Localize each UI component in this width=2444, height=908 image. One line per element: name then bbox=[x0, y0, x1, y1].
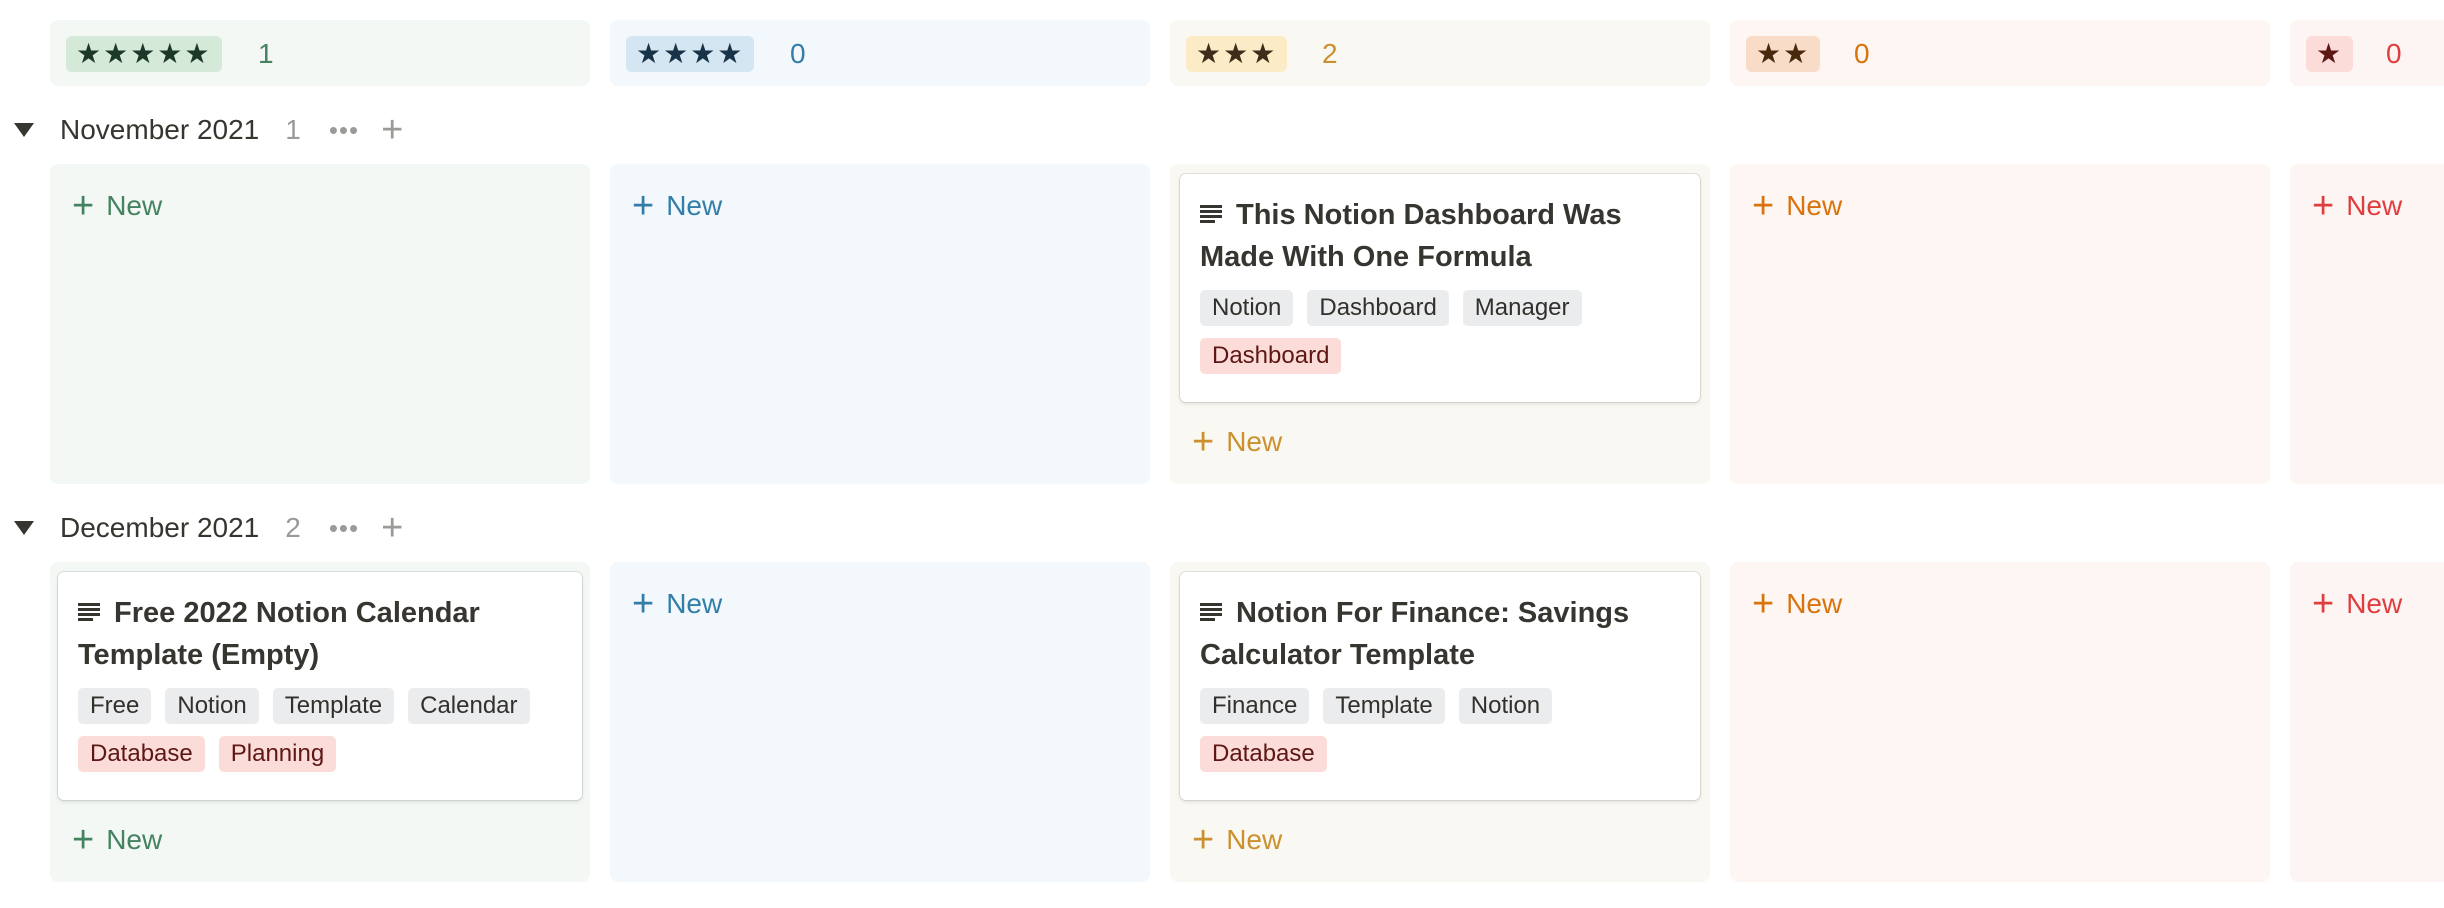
tag-list: Notion Dashboard Manager Dashboard bbox=[1200, 290, 1680, 374]
stars-5-pill: ★★★★★ bbox=[66, 36, 222, 72]
card[interactable]: Notion For Finance: Savings Calculator T… bbox=[1180, 572, 1700, 800]
card-title: Notion For Finance: Savings Calculator T… bbox=[1200, 597, 1630, 671]
new-button[interactable]: + New bbox=[632, 583, 722, 625]
tag: Database bbox=[1200, 736, 1327, 772]
tag: Planning bbox=[218, 736, 337, 772]
column-count: 1 bbox=[258, 38, 274, 69]
tag: Template bbox=[272, 688, 395, 724]
card[interactable]: This Notion Dashboard Was Made With One … bbox=[1180, 174, 1700, 402]
card-title: This Notion Dashboard Was Made With One … bbox=[1200, 199, 1622, 273]
tag: Manager bbox=[1462, 290, 1582, 326]
new-button[interactable]: + New bbox=[1192, 421, 1282, 463]
lane-4-stars: + New bbox=[610, 164, 1150, 484]
new-button[interactable]: + New bbox=[1752, 583, 1842, 625]
plus-icon: + bbox=[1752, 185, 1775, 227]
tag: Calendar bbox=[408, 688, 530, 724]
more-dots-icon[interactable]: ••• bbox=[329, 115, 359, 146]
plus-icon: + bbox=[632, 583, 655, 625]
plus-icon[interactable]: + bbox=[381, 508, 403, 548]
lane-1-star: + New bbox=[2290, 562, 2444, 882]
column-header-4-stars[interactable]: ★★★★ 0 bbox=[610, 20, 1150, 86]
column-header-3-stars[interactable]: ★★★ 2 bbox=[1170, 20, 1710, 86]
tag: Template bbox=[1323, 688, 1445, 724]
tag: Dashboard bbox=[1200, 338, 1342, 374]
column-count: 0 bbox=[2386, 38, 2402, 69]
tag: Notion bbox=[1200, 290, 1294, 326]
group-count: 1 bbox=[285, 114, 301, 145]
lane-2-stars: + New bbox=[1730, 164, 2270, 484]
tag: Dashboard bbox=[1307, 290, 1449, 326]
plus-icon: + bbox=[72, 185, 95, 227]
column-header-1-star[interactable]: ★ 0 bbox=[2290, 20, 2444, 86]
new-button[interactable]: + New bbox=[2312, 185, 2402, 227]
plus-icon: + bbox=[72, 819, 95, 861]
group-title: November 2021 bbox=[60, 114, 260, 145]
lane-2-stars: + New bbox=[1730, 562, 2270, 882]
new-button[interactable]: + New bbox=[72, 819, 162, 861]
group-title: December 2021 bbox=[60, 512, 260, 543]
group-header-december-2021: December 2021 2 ••• + bbox=[14, 508, 403, 548]
stars-1-pill: ★ bbox=[2306, 36, 2354, 72]
plus-icon: + bbox=[1752, 583, 1775, 625]
plus-icon: + bbox=[2312, 583, 2335, 625]
new-button[interactable]: + New bbox=[1192, 819, 1282, 861]
page-lines-icon bbox=[1200, 205, 1222, 223]
plus-icon[interactable]: + bbox=[381, 110, 403, 150]
tag: Free bbox=[78, 688, 152, 724]
lane-5-stars: Free 2022 Notion Calendar Template (Empt… bbox=[50, 562, 590, 882]
column-count: 0 bbox=[1854, 38, 1870, 69]
group-count: 2 bbox=[285, 512, 301, 543]
plus-icon: + bbox=[632, 185, 655, 227]
page-lines-icon bbox=[1200, 603, 1222, 621]
stars-3-pill: ★★★ bbox=[1186, 36, 1288, 72]
tag-list: Free Notion Template Calendar Database P… bbox=[78, 688, 562, 772]
plus-icon: + bbox=[2312, 185, 2335, 227]
lane-1-star: + New bbox=[2290, 164, 2444, 484]
tag: Notion bbox=[165, 688, 259, 724]
tag-list: Finance Template Notion Database bbox=[1200, 688, 1680, 772]
tag: Finance bbox=[1200, 688, 1310, 724]
new-button[interactable]: + New bbox=[72, 185, 162, 227]
plus-icon: + bbox=[1192, 421, 1215, 463]
lane-5-stars: + New bbox=[50, 164, 590, 484]
new-button[interactable]: + New bbox=[1752, 185, 1842, 227]
column-header-5-stars[interactable]: ★★★★★ 1 bbox=[50, 20, 590, 86]
tag: Database bbox=[78, 736, 205, 772]
page-lines-icon bbox=[78, 603, 100, 621]
column-count: 0 bbox=[790, 38, 806, 69]
more-dots-icon[interactable]: ••• bbox=[329, 513, 359, 544]
stars-2-pill: ★★ bbox=[1746, 36, 1821, 72]
stars-4-pill: ★★★★ bbox=[626, 36, 755, 72]
lane-3-stars: This Notion Dashboard Was Made With One … bbox=[1170, 164, 1710, 484]
tag: Notion bbox=[1458, 688, 1553, 724]
column-count: 2 bbox=[1322, 38, 1338, 69]
lane-3-stars: Notion For Finance: Savings Calculator T… bbox=[1170, 562, 1710, 882]
triangle-down-icon[interactable] bbox=[14, 521, 34, 535]
plus-icon: + bbox=[1192, 819, 1215, 861]
card[interactable]: Free 2022 Notion Calendar Template (Empt… bbox=[58, 572, 582, 800]
new-button[interactable]: + New bbox=[632, 185, 722, 227]
triangle-down-icon[interactable] bbox=[14, 123, 34, 137]
group-header-november-2021: November 2021 1 ••• + bbox=[14, 110, 403, 150]
column-header-2-stars[interactable]: ★★ 0 bbox=[1730, 20, 2270, 86]
new-button[interactable]: + New bbox=[2312, 583, 2402, 625]
card-title: Free 2022 Notion Calendar Template (Empt… bbox=[78, 597, 480, 671]
lane-4-stars: + New bbox=[610, 562, 1150, 882]
